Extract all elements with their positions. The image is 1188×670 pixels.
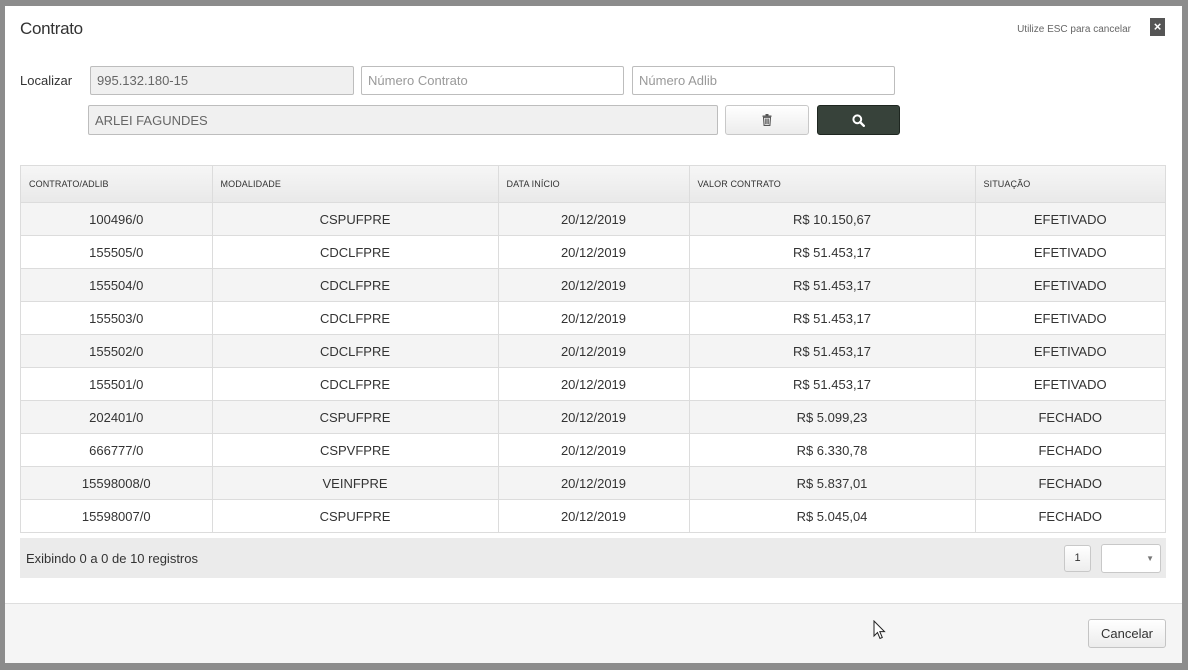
cell-start-date: 20/12/2019 [498, 367, 690, 401]
close-icon: × [1153, 19, 1162, 34]
cancel-button[interactable]: Cancelar [1088, 619, 1166, 648]
cell-modality: CSPUFPRE [212, 400, 499, 434]
contract-modal: Contrato Utilize ESC para cancelar × Loc… [5, 6, 1182, 663]
chevron-down-icon: ▼ [1146, 554, 1154, 563]
cell-start-date: 20/12/2019 [498, 433, 690, 467]
search-icon [852, 113, 865, 127]
contract-number-input[interactable] [361, 66, 624, 95]
cell-value: R$ 51.453,17 [689, 268, 976, 302]
cell-modality: CDCLFPRE [212, 301, 499, 335]
cell-status: EFETIVADO [975, 202, 1165, 236]
adlib-number-input[interactable] [632, 66, 895, 95]
table-header-row: CONTRATO/ADLIB MODALIDADE DATA INÍCIO VA… [21, 166, 1165, 203]
cell-contract: 666777/0 [21, 433, 213, 467]
cell-value: R$ 6.330,78 [689, 433, 976, 467]
cell-status: EFETIVADO [975, 334, 1165, 368]
cell-start-date: 20/12/2019 [498, 268, 690, 302]
search-label: Localizar [20, 73, 73, 88]
cell-status: EFETIVADO [975, 268, 1165, 302]
cell-value: R$ 10.150,67 [689, 202, 976, 236]
cell-modality: CDCLFPRE [212, 268, 499, 302]
column-header-contract[interactable]: CONTRATO/ADLIB [21, 166, 213, 203]
trash-icon [762, 114, 772, 126]
cell-value: R$ 51.453,17 [689, 235, 976, 269]
table-row[interactable]: 155505/0 CDCLFPRE 20/12/2019 R$ 51.453,17 EF… [21, 235, 1165, 269]
cell-modality: CSPUFPRE [212, 499, 499, 532]
mouse-pointer-icon [873, 620, 886, 640]
table-row[interactable]: 155502/0 CDCLFPRE 20/12/2019 R$ 51.453,17 EF… [21, 334, 1165, 368]
contracts-table: CONTRATO/ADLIB MODALIDADE DATA INÍCIO VA… [20, 165, 1166, 533]
page-size-select[interactable]: ▼ [1101, 544, 1161, 573]
cell-modality: CSPUFPRE [212, 202, 499, 236]
clear-button[interactable] [725, 105, 809, 135]
cell-value: R$ 51.453,17 [689, 334, 976, 368]
table-row[interactable]: 666777/0 CSPVFPRE 20/12/2019 R$ 6.330,78 FEC… [21, 433, 1165, 467]
column-header-modality[interactable]: MODALIDADE [212, 166, 499, 203]
cell-modality: CDCLFPRE [212, 334, 499, 368]
cell-value: R$ 5.837,01 [689, 466, 976, 500]
pagination-bar: Exibindo 0 a 0 de 10 registros 1 ▼ [20, 538, 1166, 578]
cell-status: EFETIVADO [975, 301, 1165, 335]
cell-value: R$ 51.453,17 [689, 301, 976, 335]
cell-status: FECHADO [975, 400, 1165, 434]
cell-start-date: 20/12/2019 [498, 202, 690, 236]
table-row[interactable]: 155501/0 CDCLFPRE 20/12/2019 R$ 51.453,17 EF… [21, 367, 1165, 401]
table-row[interactable]: 15598008/0 VEINFPRE 20/12/2019 R$ 5.837,01 F… [21, 466, 1165, 500]
cell-start-date: 20/12/2019 [498, 334, 690, 368]
cell-start-date: 20/12/2019 [498, 466, 690, 500]
table-row[interactable]: 202401/0 CSPUFPRE 20/12/2019 R$ 5.099,23 FEC… [21, 400, 1165, 434]
close-button[interactable]: × [1150, 18, 1165, 36]
cell-modality: CSPVFPRE [212, 433, 499, 467]
cell-contract: 155501/0 [21, 367, 213, 401]
modal-footer: Cancelar [5, 603, 1182, 663]
cell-start-date: 20/12/2019 [498, 301, 690, 335]
cell-modality: CDCLFPRE [212, 367, 499, 401]
cell-status: FECHADO [975, 466, 1165, 500]
cell-contract: 15598007/0 [21, 499, 213, 532]
cell-contract: 155502/0 [21, 334, 213, 368]
cell-start-date: 20/12/2019 [498, 235, 690, 269]
table-row[interactable]: 155503/0 CDCLFPRE 20/12/2019 R$ 51.453,17 EF… [21, 301, 1165, 335]
cell-value: R$ 51.453,17 [689, 367, 976, 401]
cell-contract: 100496/0 [21, 202, 213, 236]
cell-modality: VEINFPRE [212, 466, 499, 500]
cell-modality: CDCLFPRE [212, 235, 499, 269]
cell-contract: 155505/0 [21, 235, 213, 269]
cell-start-date: 20/12/2019 [498, 499, 690, 532]
cell-value: R$ 5.099,23 [689, 400, 976, 434]
records-info: Exibindo 0 a 0 de 10 registros [26, 551, 198, 566]
search-button[interactable] [817, 105, 900, 135]
esc-hint: Utilize ESC para cancelar [1017, 24, 1131, 35]
page-button-1[interactable]: 1 [1064, 545, 1091, 572]
cell-contract: 202401/0 [21, 400, 213, 434]
cpf-field[interactable] [90, 66, 354, 95]
column-header-start-date[interactable]: DATA INÍCIO [498, 166, 690, 203]
cell-status: FECHADO [975, 499, 1165, 532]
cell-status: EFETIVADO [975, 235, 1165, 269]
table-row[interactable]: 15598007/0 CSPUFPRE 20/12/2019 R$ 5.045,04 F… [21, 499, 1165, 532]
cell-contract: 155504/0 [21, 268, 213, 302]
column-header-value[interactable]: VALOR CONTRATO [689, 166, 976, 203]
table-row[interactable]: 155504/0 CDCLFPRE 20/12/2019 R$ 51.453,17 EF… [21, 268, 1165, 302]
cell-value: R$ 5.045,04 [689, 499, 976, 532]
cell-contract: 15598008/0 [21, 466, 213, 500]
table-row[interactable]: 100496/0 CSPUFPRE 20/12/2019 R$ 10.150,67 EF… [21, 202, 1165, 236]
cell-contract: 155503/0 [21, 301, 213, 335]
cell-status: FECHADO [975, 433, 1165, 467]
client-name-field[interactable] [88, 105, 718, 135]
column-header-status[interactable]: SITUAÇÃO [975, 166, 1165, 203]
cell-status: EFETIVADO [975, 367, 1165, 401]
cell-start-date: 20/12/2019 [498, 400, 690, 434]
modal-title: Contrato [20, 19, 83, 38]
